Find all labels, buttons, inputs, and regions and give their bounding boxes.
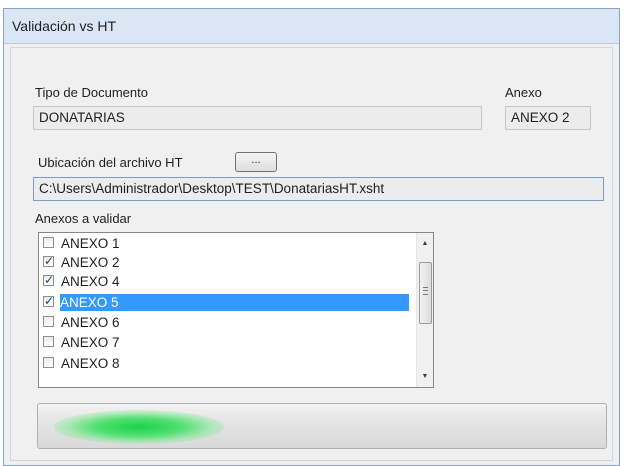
check-mark-icon: ✓ xyxy=(44,254,55,268)
list-item-label: ANEXO 4 xyxy=(61,274,120,289)
file-path-field[interactable]: C:\Users\Administrador\Desktop\TEST\Dona… xyxy=(33,177,604,201)
check-mark-icon: ✓ xyxy=(44,273,55,287)
list-item-label: ANEXO 7 xyxy=(61,335,120,350)
anexo-field[interactable]: ANEXO 2 xyxy=(505,106,591,130)
page: Validación vs HT Tipo de Documento DONAT… xyxy=(0,0,626,466)
list-item[interactable]: ✓ ANEXO 5 xyxy=(39,294,409,311)
checkbox[interactable]: ✓ xyxy=(43,273,55,287)
list-item-label: ANEXO 6 xyxy=(61,315,120,330)
window-title: Validación vs HT xyxy=(12,18,117,34)
checkbox[interactable] xyxy=(43,336,54,347)
anexos-checklist[interactable]: ANEXO 1 ✓ ANEXO 2 ✓ ANEXO 4 ✓ ANEXO 5 AN… xyxy=(38,232,434,388)
list-item-label: ANEXO 2 xyxy=(61,255,120,270)
list-item-label: ANEXO 1 xyxy=(61,236,120,251)
list-item-label: ANEXO 8 xyxy=(61,356,120,371)
title-bar[interactable]: Validación vs HT xyxy=(4,9,619,44)
checkbox[interactable] xyxy=(43,237,54,248)
scroll-up-arrow-icon[interactable]: ▲ xyxy=(417,235,433,252)
list-item[interactable]: ANEXO 7 xyxy=(39,334,409,351)
ubicacion-label: Ubicación del archivo HT xyxy=(38,155,183,170)
grip-icon xyxy=(423,287,428,295)
checkbox[interactable]: ✓ xyxy=(43,254,55,268)
anexo-label: Anexo xyxy=(505,85,542,100)
check-mark-icon: ✓ xyxy=(44,294,55,308)
list-item[interactable]: ANEXO 6 xyxy=(39,314,409,331)
progress-marquee xyxy=(54,410,224,444)
validation-window: Validación vs HT Tipo de Documento DONAT… xyxy=(3,8,620,466)
tipo-documento-label: Tipo de Documento xyxy=(35,85,148,100)
anexos-validar-label: Anexos a validar xyxy=(35,211,132,226)
list-item[interactable]: ✓ ANEXO 2 xyxy=(39,254,409,271)
scroll-down-arrow-icon[interactable]: ▼ xyxy=(417,368,433,385)
browse-button[interactable]: ... xyxy=(235,152,277,172)
scroll-thumb[interactable] xyxy=(419,262,432,324)
progress-bar xyxy=(37,403,607,449)
tipo-documento-field[interactable]: DONATARIAS xyxy=(33,106,482,130)
checkbox[interactable] xyxy=(43,316,54,327)
list-item[interactable]: ANEXO 8 xyxy=(39,355,409,372)
list-scrollbar[interactable]: ▲ ▼ xyxy=(416,233,433,387)
list-item[interactable]: ANEXO 1 xyxy=(39,235,409,252)
list-item-label: ANEXO 5 xyxy=(60,294,409,311)
checkbox[interactable]: ✓ xyxy=(43,294,55,308)
checkbox[interactable] xyxy=(43,357,54,368)
list-item[interactable]: ✓ ANEXO 4 xyxy=(39,273,409,290)
